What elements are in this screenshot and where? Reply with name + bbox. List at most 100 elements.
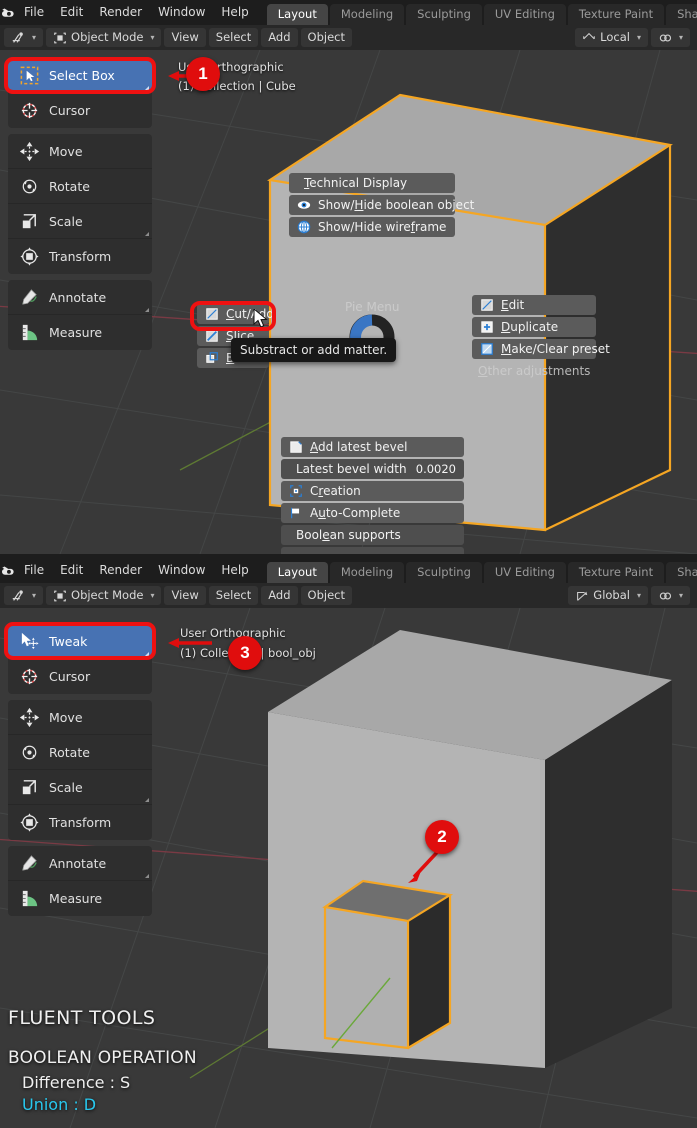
slice-icon [205,329,219,343]
rotate-tool[interactable]: Rotate [8,169,152,204]
show-hide-boolean-object-item[interactable]: Show/Hide boolean object [289,195,474,215]
edit-item[interactable]: Edit [472,295,596,315]
header-menu-view-2[interactable]: View [164,586,206,605]
editor-type-selector-2[interactable]: ▾ [4,586,44,605]
header-menu-object-2[interactable]: Object [300,586,352,605]
tab-texture-paint[interactable]: Texture Paint [567,562,665,583]
other-adjustments-menu[interactable]: Edit Duplicate Make/Clear preset [472,295,610,359]
object-mode-icon [53,589,67,603]
technical-display-menu[interactable]: Technical Display Show/Hide boolean obje… [289,173,474,237]
header-menu-select-2[interactable]: Select [208,586,259,605]
add-latest-bevel-item[interactable]: Add latest bevel [281,437,464,457]
latest-bevel-width-field[interactable]: Latest bevel width 0.0020 [281,459,464,479]
callout-arrow-3 [168,638,212,648]
menu-render[interactable]: Render [91,558,150,583]
mode-label-1: Object Mode [71,30,144,44]
tab-layout[interactable]: Layout [266,562,328,583]
viewport-header-1[interactable]: ▾ Object Mode ▾ View Select Add Object L… [0,25,697,50]
menu-render[interactable]: Render [91,0,150,25]
auto-complete-item[interactable]: Auto-Complete [281,503,464,523]
viewport-pane-2[interactable]: File Edit Render Window Help Layout Mode… [0,558,697,1128]
transform-orientation-selector-1[interactable]: Local ▾ [575,28,648,47]
menubar-2[interactable]: File Edit Render Window Help Layout Mode… [0,558,697,583]
move-icon [18,140,40,162]
tool-shelf-1[interactable]: Select Box Cursor Move Rotate Scale Tran… [8,58,152,356]
scale-tool[interactable]: Scale [8,770,152,805]
edit-icon [480,298,494,312]
cursor-tool[interactable]: Cursor [8,659,152,694]
menu-edit[interactable]: Edit [52,0,91,25]
transform-orientation-selector-2[interactable]: Global ▾ [568,586,648,605]
menu-help[interactable]: Help [213,0,256,25]
viewport-header-2[interactable]: ▾ Object Mode ▾ View Select Add Object G… [0,583,697,608]
duplicate-plus-icon [480,320,494,334]
transform-tool[interactable]: Transform [8,239,152,274]
snapping-selector-2[interactable]: ▾ [650,586,690,605]
bevel-creation-menu[interactable]: Add latest bevel Latest bevel width 0.00… [281,437,464,554]
creation-item[interactable]: Creation [281,481,464,501]
move-label: Move [49,143,83,159]
duplicate-item[interactable]: Duplicate [472,317,596,337]
move-tool[interactable]: Move [8,134,152,169]
boolean-supports-item[interactable]: Boolean supports [281,525,464,545]
header-menu-view-1[interactable]: View [164,28,206,47]
viewport-pane-1[interactable]: File Edit Render Window Help Layout Mode… [0,0,697,554]
annotate-tool[interactable]: Annotate [8,280,152,315]
tab-layout[interactable]: Layout [266,4,328,25]
cursor-tool[interactable]: Cursor [8,93,152,128]
mode-selector-2[interactable]: Object Mode ▾ [46,586,162,605]
make-clear-preset-item[interactable]: Make/Clear preset [472,339,610,359]
workspace-tabs-1[interactable]: Layout Modeling Sculpting UV Editing Tex… [266,0,697,25]
menu-window[interactable]: Window [150,558,213,583]
select-box-icon [18,64,40,86]
annotate-pencil-icon [18,286,40,308]
select-box-tool[interactable]: Select Box [8,58,152,93]
scale-tool[interactable]: Scale [8,204,152,239]
rotate-tool[interactable]: Rotate [8,735,152,770]
tool-submenu-corner[interactable] [145,308,149,312]
tool-shelf-2[interactable]: Tweak Cursor Move Rotate Scale Transform… [8,624,152,922]
tweak-icon [18,630,40,652]
editor-type-icon [11,589,25,603]
tool-submenu-corner[interactable] [145,798,149,802]
show-hide-wireframe-item[interactable]: Show/Hide wireframe [289,217,455,237]
menu-help[interactable]: Help [213,558,256,583]
tab-modeling[interactable]: Modeling [329,4,405,25]
tab-texture-paint[interactable]: Texture Paint [567,4,665,25]
mode-selector-1[interactable]: Object Mode ▾ [46,28,162,47]
tab-uv-editing[interactable]: UV Editing [483,562,566,583]
editor-type-selector-1[interactable]: ▾ [4,28,44,47]
technical-display-title[interactable]: Technical Display [289,173,455,193]
tool-submenu-corner[interactable] [145,86,149,90]
boolean-supports-next-item[interactable] [281,547,464,554]
menu-file[interactable]: File [16,0,52,25]
measure-tool[interactable]: Measure [8,315,152,350]
measure-tool[interactable]: Measure [8,881,152,916]
latest-bevel-width-value: 0.0020 [415,462,456,476]
menubar-1[interactable]: File Edit Render Window Help Layout Mode… [0,0,697,25]
tool-submenu-corner[interactable] [145,874,149,878]
transform-tool[interactable]: Transform [8,805,152,840]
menu-window[interactable]: Window [150,0,213,25]
menu-edit[interactable]: Edit [52,558,91,583]
tab-shading[interactable]: Shading [666,4,697,25]
tab-sculpting[interactable]: Sculpting [406,4,482,25]
union-shortcut: Union : D [22,1095,97,1114]
header-menu-object-1[interactable]: Object [300,28,352,47]
tab-sculpting[interactable]: Sculpting [406,562,482,583]
auto-complete-icon [289,506,303,520]
tab-modeling[interactable]: Modeling [329,562,405,583]
menu-file[interactable]: File [16,558,52,583]
annotate-tool[interactable]: Annotate [8,846,152,881]
snapping-selector-1[interactable]: ▾ [650,28,690,47]
tweak-tool[interactable]: Tweak [8,624,152,659]
header-menu-add-2[interactable]: Add [261,586,298,605]
workspace-tabs-2[interactable]: Layout Modeling Sculpting UV Editing Tex… [266,558,697,583]
header-menu-add-1[interactable]: Add [261,28,298,47]
move-tool[interactable]: Move [8,700,152,735]
tab-uv-editing[interactable]: UV Editing [483,4,566,25]
header-menu-select-1[interactable]: Select [208,28,259,47]
tool-submenu-corner[interactable] [145,652,149,656]
tool-submenu-corner[interactable] [145,232,149,236]
tab-shading[interactable]: Shading [666,562,697,583]
